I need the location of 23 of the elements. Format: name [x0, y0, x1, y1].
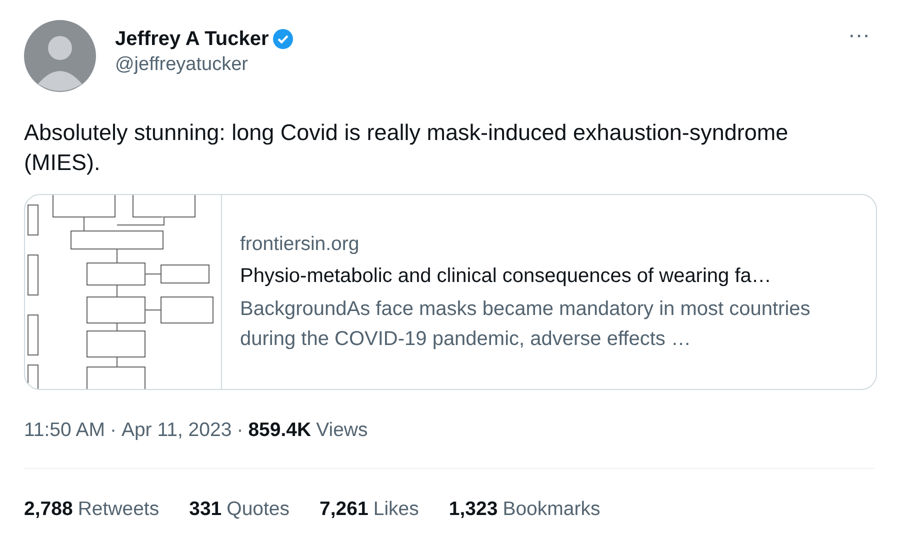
views-label: Views — [316, 418, 368, 443]
card-description: BackgroundAs face masks became mandatory in most countries during the COVID-19 pandemic, adverse effects … — [240, 297, 812, 352]
separator-dot: · — [236, 418, 244, 443]
separator-dot: · — [110, 418, 116, 443]
tweet-time[interactable]: 11:50 AM — [24, 416, 105, 444]
tweet-date[interactable]: Apr 11, 2023 — [121, 416, 232, 444]
stat-count[interactable]: 331 — [189, 495, 222, 523]
avatar-silhouette[interactable] — [24, 20, 96, 92]
stat-label[interactable]: Bookmarks — [502, 495, 600, 523]
tweet-text: Absolutely stunning: long Covid is really mask-induced exhaustion-syndrome (MIES). — [24, 119, 790, 177]
card-title: Physio-metabolic and clinical consequences of wearing fa… — [240, 264, 772, 289]
stat-count[interactable]: 2,788 — [24, 495, 73, 523]
more-button[interactable]: ··· — [844, 22, 874, 48]
views-count: 859.4K — [248, 418, 312, 443]
author-name[interactable]: Jeffrey A Tucker — [115, 26, 269, 52]
link-card[interactable]: frontiersin.org Physio-metabolic and clinical consequences of wearing fa… BackgroundAs face masks became mandatory in most countries during the COVID-19 pandemic, adverse effects … — [24, 194, 877, 390]
stat-count[interactable]: 1,323 — [448, 495, 498, 523]
stat-label[interactable]: Retweets — [78, 495, 160, 523]
author-handle[interactable]: @jeffreyatucker — [115, 52, 294, 78]
stat-count[interactable]: 7,261 — [320, 495, 368, 523]
stat-label[interactable]: Quotes — [226, 495, 290, 523]
stat-label[interactable]: Likes — [373, 495, 419, 523]
card-domain: frontiersin.org — [240, 232, 360, 257]
